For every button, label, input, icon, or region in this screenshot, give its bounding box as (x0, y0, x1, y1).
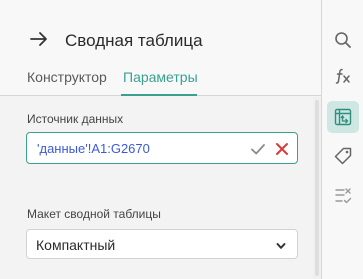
right-toolbar (321, 0, 363, 279)
back-arrow-icon[interactable] (28, 28, 50, 50)
pivot-table-button[interactable] (327, 101, 359, 133)
active-tab-indicator (121, 94, 197, 96)
check-icon[interactable] (249, 140, 267, 158)
pivot-table-panel: Сводная таблица Конструктор Параметры Ис… (0, 0, 321, 279)
tag-button[interactable] (327, 140, 359, 172)
checklist-button[interactable] (327, 180, 359, 212)
search-button[interactable] (327, 24, 359, 56)
search-icon (335, 32, 351, 48)
source-label: Источник данных (27, 112, 124, 126)
close-icon[interactable] (273, 140, 291, 158)
checklist-icon (335, 188, 352, 204)
scrollbar-thumb[interactable] (315, 100, 319, 276)
layout-select[interactable]: Компактный (26, 229, 298, 259)
function-button[interactable] (327, 60, 359, 92)
source-range-input[interactable]: 'данные'!A1:G2670 (26, 132, 298, 164)
chevron-down-icon (275, 239, 287, 251)
layout-select-value: Компактный (36, 237, 116, 253)
layout-label: Макет сводной таблицы (27, 207, 161, 221)
tab-parameters[interactable]: Параметры (123, 69, 198, 85)
function-icon (335, 68, 350, 84)
tab-constructor[interactable]: Конструктор (27, 69, 107, 85)
pivot-table-icon (334, 108, 352, 126)
source-range-value[interactable]: 'данные'!A1:G2670 (37, 141, 150, 156)
panel-title: Сводная таблица (65, 31, 203, 50)
panel-header: Сводная таблица Конструктор Параметры (0, 0, 321, 96)
tag-icon (334, 147, 352, 165)
